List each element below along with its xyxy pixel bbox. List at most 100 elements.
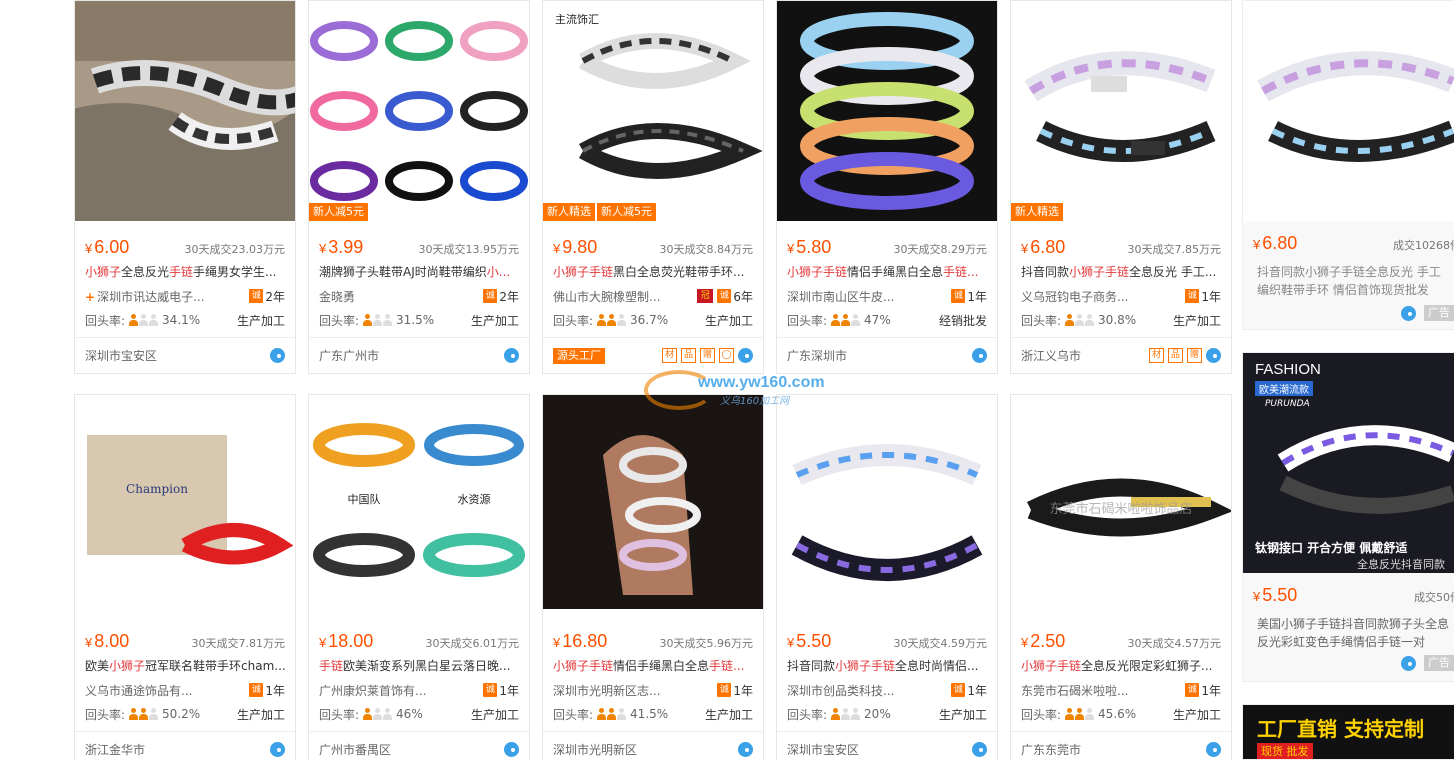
location: 浙江金华市 — [85, 743, 146, 757]
product-image[interactable] — [543, 395, 763, 609]
company-name[interactable]: 义乌市通途饰品有... — [85, 682, 192, 699]
label-text: 中国队 — [348, 492, 381, 506]
product-card[interactable]: 主流饰汇 新人精选 新人减5元 ¥9.80 30天成交8.84万元 小狮子手链黑… — [542, 0, 764, 374]
company-name[interactable]: 深圳市光明新区志... — [553, 682, 660, 699]
product-title[interactable]: 抖音同款小狮子手链全息反光 手工... — [1021, 263, 1221, 281]
repurchase-person-icon — [363, 314, 393, 326]
deal-volume: 30天成交4.57万元 — [1127, 637, 1222, 650]
product-title[interactable]: 小狮子手链情侣手绳黑白全息手链... — [787, 263, 987, 281]
product-image[interactable] — [777, 1, 997, 221]
price: ¥5.50 — [787, 631, 832, 651]
repurchase-rate: 20% — [864, 707, 891, 721]
company-name[interactable]: 深圳市南山区牛皮... — [787, 288, 894, 305]
repurchase-person-icon — [129, 314, 159, 326]
product-card[interactable]: 新人精选 ¥6.80 30天成交7.85万元 抖音同款小狮子手链全息反光 手工.… — [1010, 0, 1232, 374]
location: 深圳市光明新区 — [553, 743, 638, 757]
wangwang-chat-icon[interactable] — [504, 348, 519, 363]
wangwang-chat-icon[interactable] — [504, 742, 519, 757]
product-card[interactable]: ¥6.00 30天成交23.03万元 小狮子全息反光手链手绳男女学生... + 深… — [74, 0, 296, 374]
chengxintong-icon: 诚 — [717, 289, 732, 303]
watermark-url: www.yw160.com — [698, 374, 825, 391]
price: ¥2.50 — [1021, 631, 1066, 651]
ad-image[interactable]: FASHION 欧美潮流款 PURUNDA 钛钢接口 开合方便 佩戴舒适 全息反… — [1243, 353, 1454, 573]
product-card[interactable]: ¥5.50 30天成交4.59万元 抖音同款小狮子手链全息时尚情侣... 深圳市… — [776, 394, 998, 760]
ad-image[interactable] — [1243, 1, 1454, 221]
membership-years: 诚 1年 — [717, 682, 753, 699]
wangwang-chat-icon[interactable] — [972, 348, 987, 363]
circle-badge-icon: ◯ — [719, 348, 734, 363]
product-title[interactable]: 小狮子全息反光手链手绳男女学生... — [85, 263, 285, 281]
wangwang-chat-icon[interactable] — [1401, 305, 1416, 321]
product-card[interactable]: 中国队 水资源 ¥18.00 30天成交6.01万元 手链欧美渐变系列黑白星云落… — [308, 394, 530, 760]
wangwang-chat-icon[interactable] — [1206, 348, 1221, 363]
product-title[interactable]: 欧美小狮子冠军联名鞋带手环cham... — [85, 657, 285, 675]
company-name[interactable]: + 深圳市讯达威电子... — [85, 288, 205, 305]
company-name[interactable]: 广州康炽莱首饰有... — [319, 682, 426, 699]
chengxintong-icon: 诚 — [249, 289, 264, 303]
company-name[interactable]: 义乌冠钧电子商务... — [1021, 288, 1128, 305]
ad-title[interactable]: 抖音同款小狮子手链全息反光 手工 编织鞋带手环 情侣首饰现货批发 — [1257, 263, 1454, 299]
product-card[interactable]: ¥16.80 30天成交5.96万元 小狮子手链情侣手绳黑白全息手链... 深圳… — [542, 394, 764, 760]
ad-card[interactable]: ¥6.80 成交10268件 抖音同款小狮子手链全息反光 手工 编织鞋带手环 情… — [1242, 0, 1454, 330]
product-card[interactable]: 东莞市石碣米啦啦饰品店 ¥2.50 30天成交4.57万元 小狮子手链全息反光限… — [1010, 394, 1232, 760]
membership-years: 诚 1年 — [249, 682, 285, 699]
company-name[interactable]: 东莞市石碣米啦啦... — [1021, 682, 1128, 699]
membership-years: 诚 1年 — [951, 682, 987, 699]
ad-label: 广告 — [1424, 655, 1454, 671]
product-title[interactable]: 抖音同款小狮子手链全息时尚情侣... — [787, 657, 987, 675]
wangwang-chat-icon[interactable] — [738, 348, 753, 363]
repurchase-rate: 50.2% — [162, 707, 201, 721]
source-factory-badge: 源头工厂 — [553, 347, 605, 364]
product-image[interactable]: 东莞市石碣米啦啦饰品店 — [1011, 395, 1231, 615]
product-image[interactable]: 中国队 水资源 — [309, 395, 529, 615]
product-title[interactable]: 小狮子手链情侣手绳黑白全息手链... — [553, 657, 753, 675]
wangwang-chat-icon[interactable] — [1206, 742, 1221, 757]
repurchase-person-icon — [1065, 708, 1095, 720]
product-title[interactable]: 小狮子手链全息反光限定彩虹狮子... — [1021, 657, 1221, 675]
product-title[interactable]: 小狮子手链黑白全息荧光鞋带手环... — [553, 263, 753, 281]
price: ¥6.80 — [1021, 237, 1066, 257]
location: 广东深圳市 — [787, 349, 848, 363]
business-type: 生产加工 — [470, 313, 519, 328]
repurchase-rate: 31.5% — [396, 313, 435, 327]
repurchase-person-icon — [597, 314, 627, 326]
product-card[interactable]: ¥5.80 30天成交8.29万元 小狮子手链情侣手绳黑白全息手链... 深圳市… — [776, 0, 998, 374]
product-title[interactable]: 手链欧美渐变系列黑白星云落日晚... — [319, 657, 519, 675]
repurchase-person-icon — [831, 708, 861, 720]
wangwang-chat-icon[interactable] — [270, 742, 285, 757]
chengxintong-icon: 诚 — [1185, 289, 1200, 303]
wangwang-chat-icon[interactable] — [738, 742, 753, 757]
company-name[interactable]: 金晓勇 — [319, 288, 355, 305]
location: 深圳市宝安区 — [787, 743, 860, 757]
ad-title[interactable]: 美国小狮子手链抖音同款狮子头全息 反光彩虹变色手绳情侣手链一对 — [1257, 615, 1454, 651]
repurchase-rate: 30.8% — [1098, 313, 1137, 327]
product-image[interactable]: 新人减5元 — [309, 1, 529, 221]
quality-badge-icon: 品 — [681, 348, 696, 363]
business-type: 生产加工 — [236, 707, 285, 722]
product-card[interactable]: 新人减5元 ¥3.99 30天成交13.95万元 潮牌狮子头鞋带AJ时尚鞋带编织… — [308, 0, 530, 374]
product-image[interactable]: 主流饰汇 新人精选 新人减5元 — [543, 1, 763, 221]
deal-volume: 30天成交8.84万元 — [659, 243, 754, 256]
location: 广东广州市 — [319, 349, 380, 363]
wangwang-chat-icon[interactable] — [1401, 655, 1416, 671]
product-image[interactable]: 新人精选 — [1011, 1, 1231, 221]
price: ¥5.50 — [1253, 585, 1298, 605]
product-title[interactable]: 潮牌狮子头鞋带AJ时尚鞋带编织小... — [319, 263, 519, 281]
company-name[interactable]: 深圳市创品类科技... — [787, 682, 894, 699]
repurchase-rate: 34.1% — [162, 313, 201, 327]
brand-logo-text: 主流饰汇 — [555, 12, 599, 26]
product-image[interactable] — [777, 395, 997, 615]
product-image[interactable]: Champion — [75, 395, 295, 615]
product-card[interactable]: Champion ¥8.00 30天成交7.81万元 欧美小狮子冠军联名鞋带手环… — [74, 394, 296, 760]
ad-card[interactable]: 工厂直销 支持定制 现货 批发 — [1242, 704, 1454, 760]
wangwang-chat-icon[interactable] — [270, 348, 285, 363]
product-image[interactable] — [75, 1, 295, 221]
wangwang-chat-icon[interactable] — [972, 742, 987, 757]
chengxintong-icon: 诚 — [483, 289, 498, 303]
price: ¥6.00 — [85, 237, 130, 257]
company-name[interactable]: 佛山市大腕橡塑制... — [553, 288, 660, 305]
label-text: 水资源 — [458, 492, 491, 506]
business-type: 经销批发 — [938, 313, 987, 328]
repurchase-person-icon — [363, 708, 393, 720]
ad-card[interactable]: FASHION 欧美潮流款 PURUNDA 钛钢接口 开合方便 佩戴舒适 全息反… — [1242, 352, 1454, 682]
